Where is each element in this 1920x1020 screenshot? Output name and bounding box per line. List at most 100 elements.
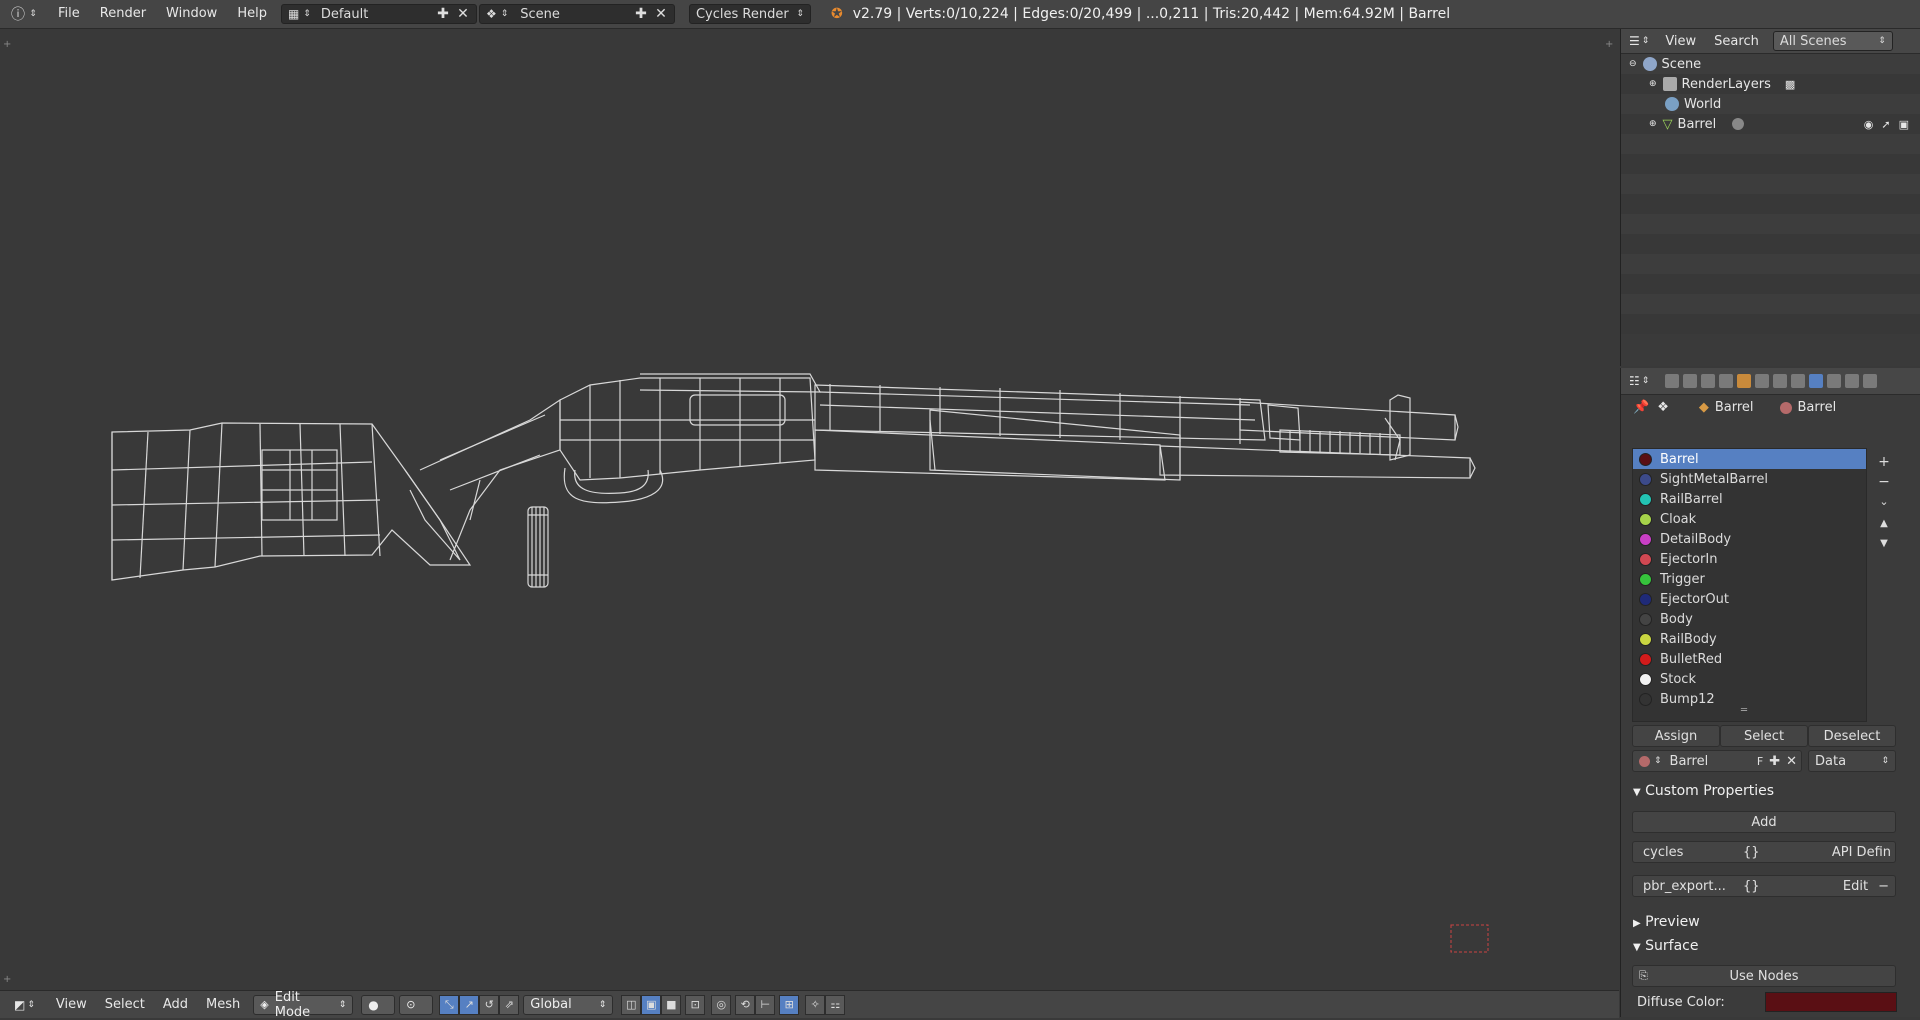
menu-add[interactable]: Add [154,997,197,1012]
deselect-button[interactable]: Deselect [1808,725,1896,747]
texture-tab-icon[interactable] [1827,374,1842,388]
menu-select[interactable]: Select [96,997,154,1012]
render-layers-tab-icon[interactable] [1683,374,1698,388]
object-tab-icon[interactable] [1737,374,1752,388]
editor-type-icon[interactable]: ◩ [14,998,25,1012]
move-slot-down-icon[interactable]: ▼ [1876,536,1892,552]
outliner-search-menu[interactable]: Search [1714,34,1759,49]
render-tab-icon[interactable] [1665,374,1680,388]
snap-target-icon[interactable]: ⊞ [779,994,800,1015]
rotate-manipulator-icon[interactable]: ↺ [479,994,500,1015]
material-tab-icon[interactable] [1809,374,1824,388]
render-engine-selector[interactable]: Cycles Render ⇕ [688,4,811,24]
list-item[interactable]: EjectorOut [1633,589,1866,609]
outliner-view-menu[interactable]: View [1665,34,1696,49]
remove-property-icon[interactable]: − [1878,879,1889,894]
properties-editor-icon[interactable]: ☷ [1629,374,1640,388]
material-datablock-selector[interactable]: ⇕ Barrel F ✚ ✕ [1632,750,1802,772]
outliner-item-barrel[interactable]: ⊕ ▽ Barrel ◉ ➚ ▣ [1649,114,1909,134]
custom-properties-header[interactable]: ▼ Custom Properties [1633,783,1774,799]
add-material-icon[interactable]: ✚ [1769,754,1780,769]
limit-selection-icon[interactable]: ⊡ [685,994,706,1015]
expand-toggle-icon[interactable]: ⊖ [1629,59,1637,69]
link-type-selector[interactable]: Data ⇕ [1808,750,1896,772]
select-button[interactable]: Select [1720,725,1808,747]
list-item[interactable]: RailBarrel [1633,489,1866,509]
visibility-eye-icon[interactable]: ◉ [1864,118,1874,131]
list-resize-handle-icon[interactable]: ═ [1741,705,1747,716]
chevron-updown-icon[interactable]: ⇕ [27,1000,35,1010]
layer-icon[interactable]: ◫ [621,994,642,1015]
menu-mesh[interactable]: Mesh [197,997,249,1012]
3d-viewport[interactable]: + + + [0,29,1619,990]
transform-orientation-selector[interactable]: Global ⇕ [523,994,614,1015]
add-scene-icon[interactable]: ✚ [631,4,651,24]
pivot-point-selector[interactable]: ⊙ [399,994,434,1015]
vertex-select-icon[interactable]: ▣ [641,994,662,1015]
list-item[interactable]: Barrel [1633,449,1866,469]
snap-element-icon[interactable]: ⊢ [755,994,776,1015]
remove-slot-icon[interactable]: − [1876,474,1892,490]
unlink-material-icon[interactable]: ✕ [1786,754,1797,769]
modifiers-tab-icon[interactable] [1773,374,1788,388]
list-item[interactable]: Stock [1633,669,1866,689]
expand-toggle-icon[interactable]: ⊕ [1649,119,1657,129]
list-item[interactable]: SightMetalBarrel [1633,469,1866,489]
list-item[interactable]: RailBody [1633,629,1866,649]
outliner-editor-icon[interactable]: ☰ [1629,34,1640,48]
expand-toggle-icon[interactable]: ⊕ [1649,79,1657,89]
outliner-display-filter[interactable]: All Scenes ⇕ [1772,31,1893,51]
constraints-tab-icon[interactable] [1755,374,1770,388]
outliner-item-world[interactable]: World [1665,94,1721,114]
outliner-item-renderlayers[interactable]: ⊕ RenderLayers ▩ [1649,74,1795,94]
info-editor-icon[interactable]: ⓘ [8,4,28,24]
pin-icon[interactable]: 📌 [1633,400,1649,415]
chevron-updown-icon[interactable]: ⇕ [1642,376,1650,386]
list-item[interactable]: BulletRed [1633,649,1866,669]
renderable-camera-icon[interactable]: ▣ [1899,118,1909,131]
diffuse-color-swatch[interactable] [1765,992,1897,1012]
menu-view[interactable]: View [47,997,96,1012]
menu-render[interactable]: Render [90,0,156,28]
list-item[interactable]: Bump12 [1633,689,1866,709]
proportional-edit-icon[interactable]: ◎ [711,994,732,1015]
physics-tab-icon[interactable] [1863,374,1878,388]
add-slot-icon[interactable]: + [1876,454,1892,470]
add-layout-icon[interactable]: ✚ [433,4,453,24]
outliner-item-scene[interactable]: ⊖ Scene [1629,54,1701,74]
render-preview-icon[interactable]: ✧ [805,994,826,1015]
face-select-icon[interactable]: ■ [661,994,682,1015]
remove-layout-icon[interactable]: ✕ [453,4,473,24]
menu-window[interactable]: Window [156,0,227,28]
move-slot-up-icon[interactable]: ▲ [1876,516,1892,532]
scene-tab-icon[interactable] [1701,374,1716,388]
edit-property-button[interactable]: Edit [1843,879,1868,894]
preview-panel-header[interactable]: ▶ Preview [1633,914,1700,930]
chevron-updown-icon[interactable]: ⇕ [28,4,38,24]
list-item[interactable]: Cloak [1633,509,1866,529]
snap-toggle-icon[interactable]: ⟲ [735,994,756,1015]
translate-manipulator-icon[interactable]: ↗ [459,994,480,1015]
list-item[interactable]: Trigger [1633,569,1866,589]
menu-help[interactable]: Help [227,0,277,28]
remove-scene-icon[interactable]: ✕ [651,4,671,24]
interaction-mode-selector[interactable]: ◈ Edit Mode ⇕ [253,990,354,1020]
slot-specials-icon[interactable]: ⌄ [1876,494,1892,510]
selectable-cursor-icon[interactable]: ➚ [1881,118,1890,131]
surface-panel-header[interactable]: ▼ Surface [1633,938,1699,954]
list-item[interactable]: DetailBody [1633,529,1866,549]
manipulator-toggle-icon[interactable]: ⤡ [439,994,460,1015]
list-item[interactable]: Body [1633,609,1866,629]
fake-user-toggle[interactable]: F [1757,755,1763,768]
list-item[interactable]: EjectorIn [1633,549,1866,569]
scale-manipulator-icon[interactable]: ⇗ [499,994,520,1015]
chevron-updown-icon[interactable]: ⇕ [1642,36,1650,46]
world-tab-icon[interactable] [1719,374,1734,388]
use-nodes-button[interactable]: ⎘ Use Nodes [1632,965,1896,987]
opengl-render-icon[interactable]: ⚏ [825,994,846,1015]
particles-tab-icon[interactable] [1845,374,1860,388]
viewport-shading-selector[interactable]: ● [361,994,396,1015]
menu-file[interactable]: File [48,0,90,28]
material-slot-list[interactable]: Barrel SightMetalBarrel RailBarrel Cloak… [1632,448,1867,722]
add-custom-property-button[interactable]: Add [1632,811,1896,833]
